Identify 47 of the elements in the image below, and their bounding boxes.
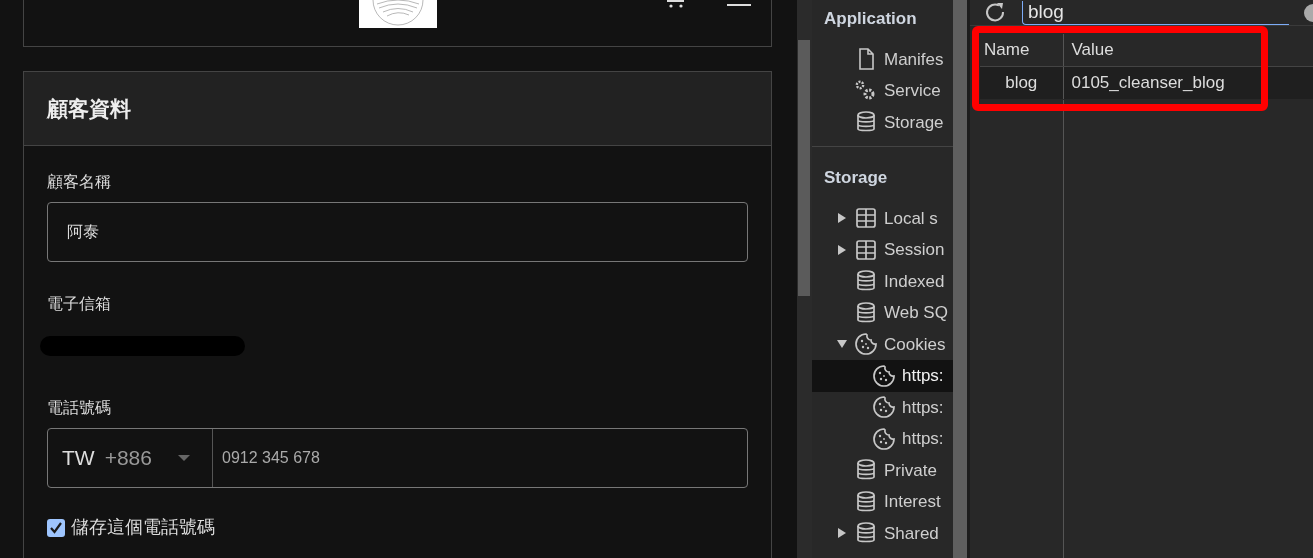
tree-item[interactable]: Cookies <box>812 328 953 360</box>
database-icon <box>854 489 878 514</box>
cookie-icon <box>854 332 878 357</box>
table-icon <box>854 237 878 262</box>
database-icon <box>854 300 878 325</box>
cookie-icon <box>872 395 896 420</box>
table-cell: 0105_cleanser_blog <box>1063 66 1313 99</box>
filter-field[interactable]: blog <box>1022 0 1289 25</box>
column-header[interactable]: Name <box>980 34 1063 66</box>
field-label: 電子信箱 <box>47 294 111 314</box>
tree-item[interactable]: https: <box>812 360 953 392</box>
cookie-icon <box>872 426 896 451</box>
caret-icon <box>177 455 190 461</box>
text-field[interactable]: 阿泰 <box>47 202 748 262</box>
collapse-arrow-icon[interactable] <box>836 212 848 225</box>
scrollbar-thumb[interactable] <box>798 40 810 296</box>
section-heading: Storage <box>823 167 889 189</box>
tree-item[interactable]: Shared <box>812 517 953 549</box>
tree-item[interactable]: Manifes <box>812 43 953 75</box>
table-icon <box>854 206 878 231</box>
phone-field[interactable]: TW +886 0912 345 678 <box>47 428 748 488</box>
cookie-icon <box>872 363 896 388</box>
collapse-arrow-icon[interactable] <box>836 527 848 540</box>
field-label: 顧客名稱 <box>47 172 111 192</box>
tree-item[interactable]: Session <box>812 234 953 266</box>
column-header[interactable]: Value <box>1063 34 1313 66</box>
tree-item[interactable]: Private <box>812 454 953 486</box>
tree-item[interactable]: https: <box>812 391 953 423</box>
logo-icon <box>358 0 437 28</box>
tree-item[interactable]: Indexed <box>812 265 953 297</box>
tree-item[interactable]: Storage <box>812 106 953 138</box>
cart-icon[interactable] <box>665 0 687 8</box>
field-label: 電話號碼 <box>47 398 111 418</box>
checkbox-label: 儲存這個電話號碼 <box>71 516 215 539</box>
tree-item[interactable]: https: <box>812 423 953 455</box>
panel-splitter[interactable] <box>953 0 970 558</box>
country-code-select[interactable]: TW +886 <box>48 429 213 487</box>
tree-item[interactable]: Web SQ <box>812 297 953 329</box>
table-cell: blog <box>980 66 1063 99</box>
tree-item[interactable]: Local s <box>812 202 953 234</box>
section-title: 顧客資料 <box>47 95 131 122</box>
section-heading: Application <box>823 8 918 30</box>
tree-item[interactable]: Service <box>812 75 953 107</box>
collapse-arrow-icon[interactable] <box>836 243 848 256</box>
tree-item[interactable]: Interest <box>812 486 953 518</box>
checkbox[interactable] <box>47 518 65 537</box>
clear-icon[interactable] <box>1303 3 1313 22</box>
